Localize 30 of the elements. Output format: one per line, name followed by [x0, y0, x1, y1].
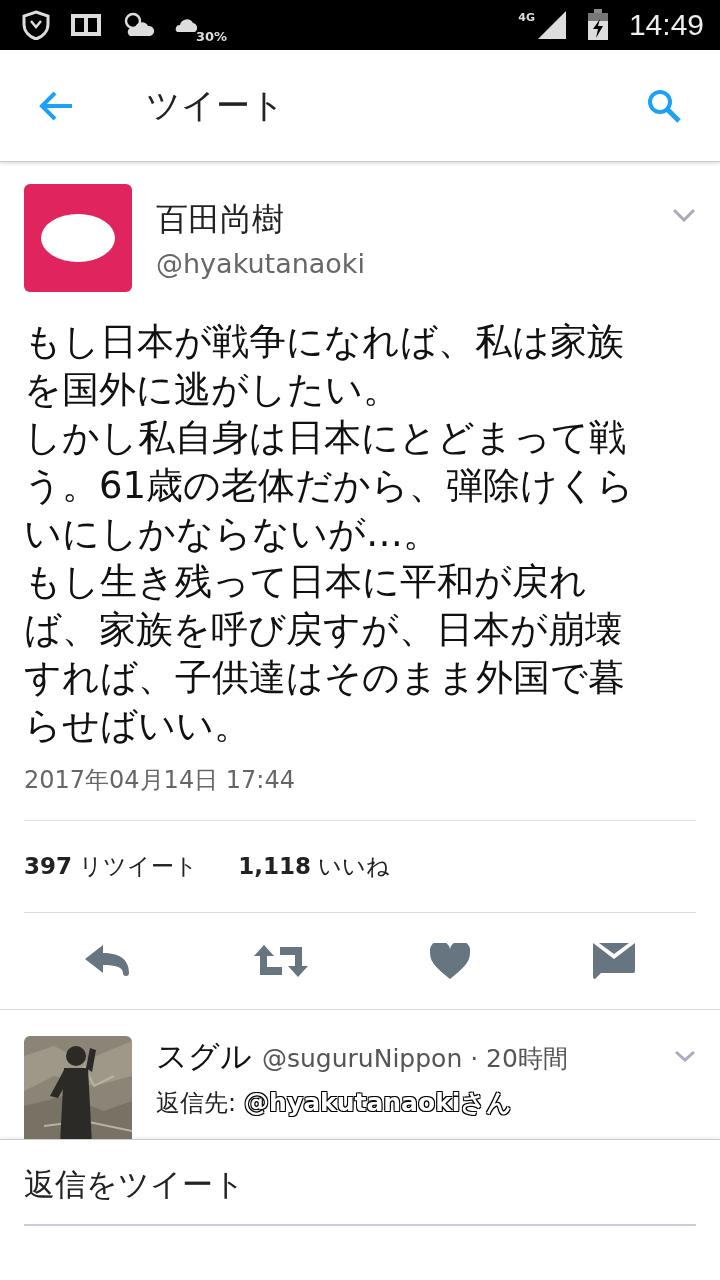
retweet-count[interactable]: 397 リツイート — [24, 851, 199, 882]
search-icon[interactable] — [646, 87, 682, 124]
precipitation-percent: 30% — [196, 28, 228, 44]
tweet-paragraph: もし日本が戦争になれば、私は家族を国外に逃がしたい。 — [24, 319, 625, 413]
mention-link[interactable]: @hyakutanaokiさん — [244, 1086, 513, 1119]
reply-icon[interactable] — [85, 945, 132, 977]
like-count[interactable]: 1,118 いいね — [238, 851, 391, 882]
egg-icon — [40, 213, 116, 263]
shield-icon — [22, 10, 50, 40]
heart-icon[interactable] — [430, 943, 471, 979]
network-type: 4G — [518, 10, 535, 24]
user-handle: @hyakutanaoki — [156, 248, 365, 279]
retweet-icon[interactable] — [253, 945, 308, 977]
tweet-paragraph: もし生き残って日本に平和が戻れば、家族を呼び戻すが、日本が崩壊すれば、子供達はそのまま外国で暮らせばいい。 — [24, 559, 626, 749]
reply-meta: @suguruNippon · 20時間 — [262, 1043, 568, 1075]
battery-saver-icon — [70, 12, 102, 38]
timestamp: 2017年04月14日 17:44 — [24, 765, 296, 796]
avatar[interactable] — [24, 184, 132, 292]
screen-title: ツイート — [146, 83, 286, 127]
reply-author-name: スグル — [156, 1037, 252, 1076]
charging-battery-icon — [586, 9, 609, 41]
clock-time: 14:49 — [628, 8, 704, 42]
signal-icon — [536, 10, 567, 40]
envelope-icon[interactable] — [592, 943, 635, 979]
reply-input[interactable]: 返信をツイート — [24, 1154, 696, 1226]
display-name: 百田尚樹 — [156, 199, 285, 240]
cloud-icon — [174, 17, 198, 33]
back-arrow-icon[interactable] — [38, 89, 74, 122]
tweet-paragraph: しかし私自身は日本にとどまって戦う。61歳の老体だから、弾除けくらいにしかならないが…。 — [24, 415, 636, 557]
reply-to-label: 返信先: — [156, 1088, 237, 1119]
